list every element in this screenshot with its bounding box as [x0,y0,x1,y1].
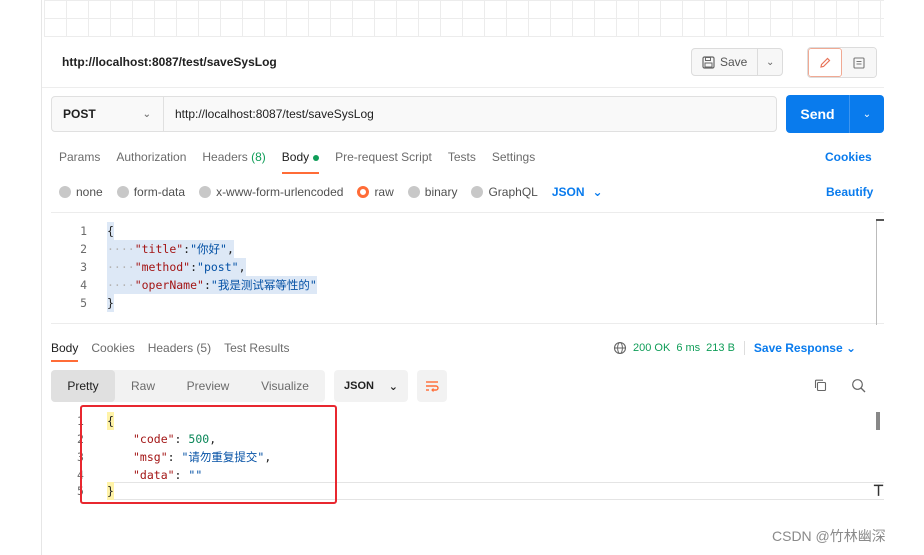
line-number: 5 [80,296,87,310]
radio-urlencoded[interactable]: x-www-form-urlencoded [199,185,343,199]
request-name[interactable]: http://localhost:8087/test/saveSysLog [62,55,277,69]
divider [743,341,745,355]
save-button[interactable]: Save ⌄ [691,48,783,76]
response-view-bar: Pretty Raw Preview Visualize JSON ⌄ [51,370,884,403]
save-response-button[interactable]: Save Response ⌄ [754,341,856,355]
view-visualize[interactable]: Visualize [245,370,325,402]
wrap-icon [426,381,439,392]
tab-headers[interactable]: Headers (8) [202,150,265,170]
response-format-select[interactable]: JSON ⌄ [334,370,408,402]
response-status: 200 OK 6 ms 213 B Save Response ⌄ [613,341,856,355]
radio-icon [199,186,212,198]
globe-icon[interactable] [613,341,627,355]
send-button[interactable]: Send ⌄ [786,95,884,133]
headers-count: (8) [251,150,266,164]
tab-tests[interactable]: Tests [448,150,476,170]
line-number: 4 [80,278,87,292]
response-time[interactable]: 6 ms [676,342,700,354]
highlight-annotation [80,405,337,504]
save-icon [702,55,715,69]
tab-authorization[interactable]: Authorization [116,150,186,170]
radio-icon [471,186,484,198]
status-code[interactable]: 200 OK [633,342,670,354]
request-body-editor[interactable]: 1 { 2 ····"title":"你好", 3 ····"method":"pos… [51,212,884,325]
pencil-icon[interactable] [808,48,843,77]
document-icon[interactable] [842,48,876,77]
beautify-link[interactable]: Beautify [826,185,873,199]
chevron-down-icon: ⌄ [142,108,151,120]
response-size[interactable]: 213 B [706,342,735,354]
request-title-bar: http://localhost:8087/test/saveSysLog Sa… [42,37,884,88]
save-main[interactable]: Save [692,49,759,75]
view-pretty[interactable]: Pretty [51,370,115,402]
method-select[interactable]: POST ⌄ [52,97,164,131]
request-tabs: Params Authorization Headers (8) Body Pr… [59,150,551,174]
chevron-down-icon: ⌄ [845,341,857,355]
body-type-selector: none form-data x-www-form-urlencoded raw… [59,185,603,199]
send-label: Send [786,95,850,133]
editor-scrollbar[interactable] [876,219,884,325]
response-tabs: Body Cookies Headers (5) Test Results [51,341,302,362]
tab-response-headers[interactable]: Headers (5) [148,341,211,355]
code-line: } [107,294,114,312]
line-number: 1 [80,224,87,238]
tab-response-cookies[interactable]: Cookies [91,341,134,355]
tab-response-body[interactable]: Body [51,341,79,362]
search-icon[interactable] [851,378,867,394]
response-scrollbar[interactable] [876,412,880,430]
radio-raw[interactable]: raw [357,185,394,199]
radio-selected-icon [357,186,370,198]
view-raw[interactable]: Raw [115,370,171,402]
modified-dot-icon [313,154,320,161]
format-select[interactable]: JSON ⌄ [552,185,603,199]
tab-params[interactable]: Params [59,150,100,170]
tab-body[interactable]: Body [281,150,320,174]
url-input[interactable] [164,107,724,121]
tab-test-results[interactable]: Test Results [224,341,289,355]
radio-binary[interactable]: binary [407,185,457,199]
text-cursor-icon: ⊤ [873,480,884,501]
view-preview[interactable]: Preview [171,370,245,402]
wrap-lines-button[interactable] [417,370,447,402]
radio-graphql[interactable]: GraphQL [471,185,538,199]
background-grid [44,0,884,37]
code-line: { [107,222,114,240]
chevron-down-icon: ⌄ [388,380,398,393]
tab-pre-request-script[interactable]: Pre-request Script [335,150,432,170]
radio-none[interactable]: none [59,185,103,199]
cookies-link[interactable]: Cookies [825,150,872,164]
watermark: CSDN @竹林幽深 [772,528,886,544]
tab-settings[interactable]: Settings [492,150,535,170]
edit-docs-toggle [807,47,877,78]
radio-icon [407,186,420,198]
line-number: 3 [80,260,87,274]
radio-icon [59,186,71,198]
code-line: ····"operName":"我是测试幂等性的" [107,276,317,294]
request-url-bar: POST ⌄ [51,96,777,132]
chevron-down-icon: ⌄ [592,185,603,199]
method-label: POST [63,107,96,121]
view-mode-segment: Pretty Raw Preview Visualize [51,370,325,402]
chevron-down-icon[interactable]: ⌄ [758,57,782,68]
save-label: Save [720,55,748,69]
radio-form-data[interactable]: form-data [116,185,185,199]
line-number: 2 [80,242,87,256]
copy-icon[interactable] [813,378,828,393]
radio-icon [116,186,129,198]
code-line: ····"method":"post", [107,258,246,276]
code-line: ····"title":"你好", [107,240,234,258]
chevron-down-icon[interactable]: ⌄ [850,109,884,120]
